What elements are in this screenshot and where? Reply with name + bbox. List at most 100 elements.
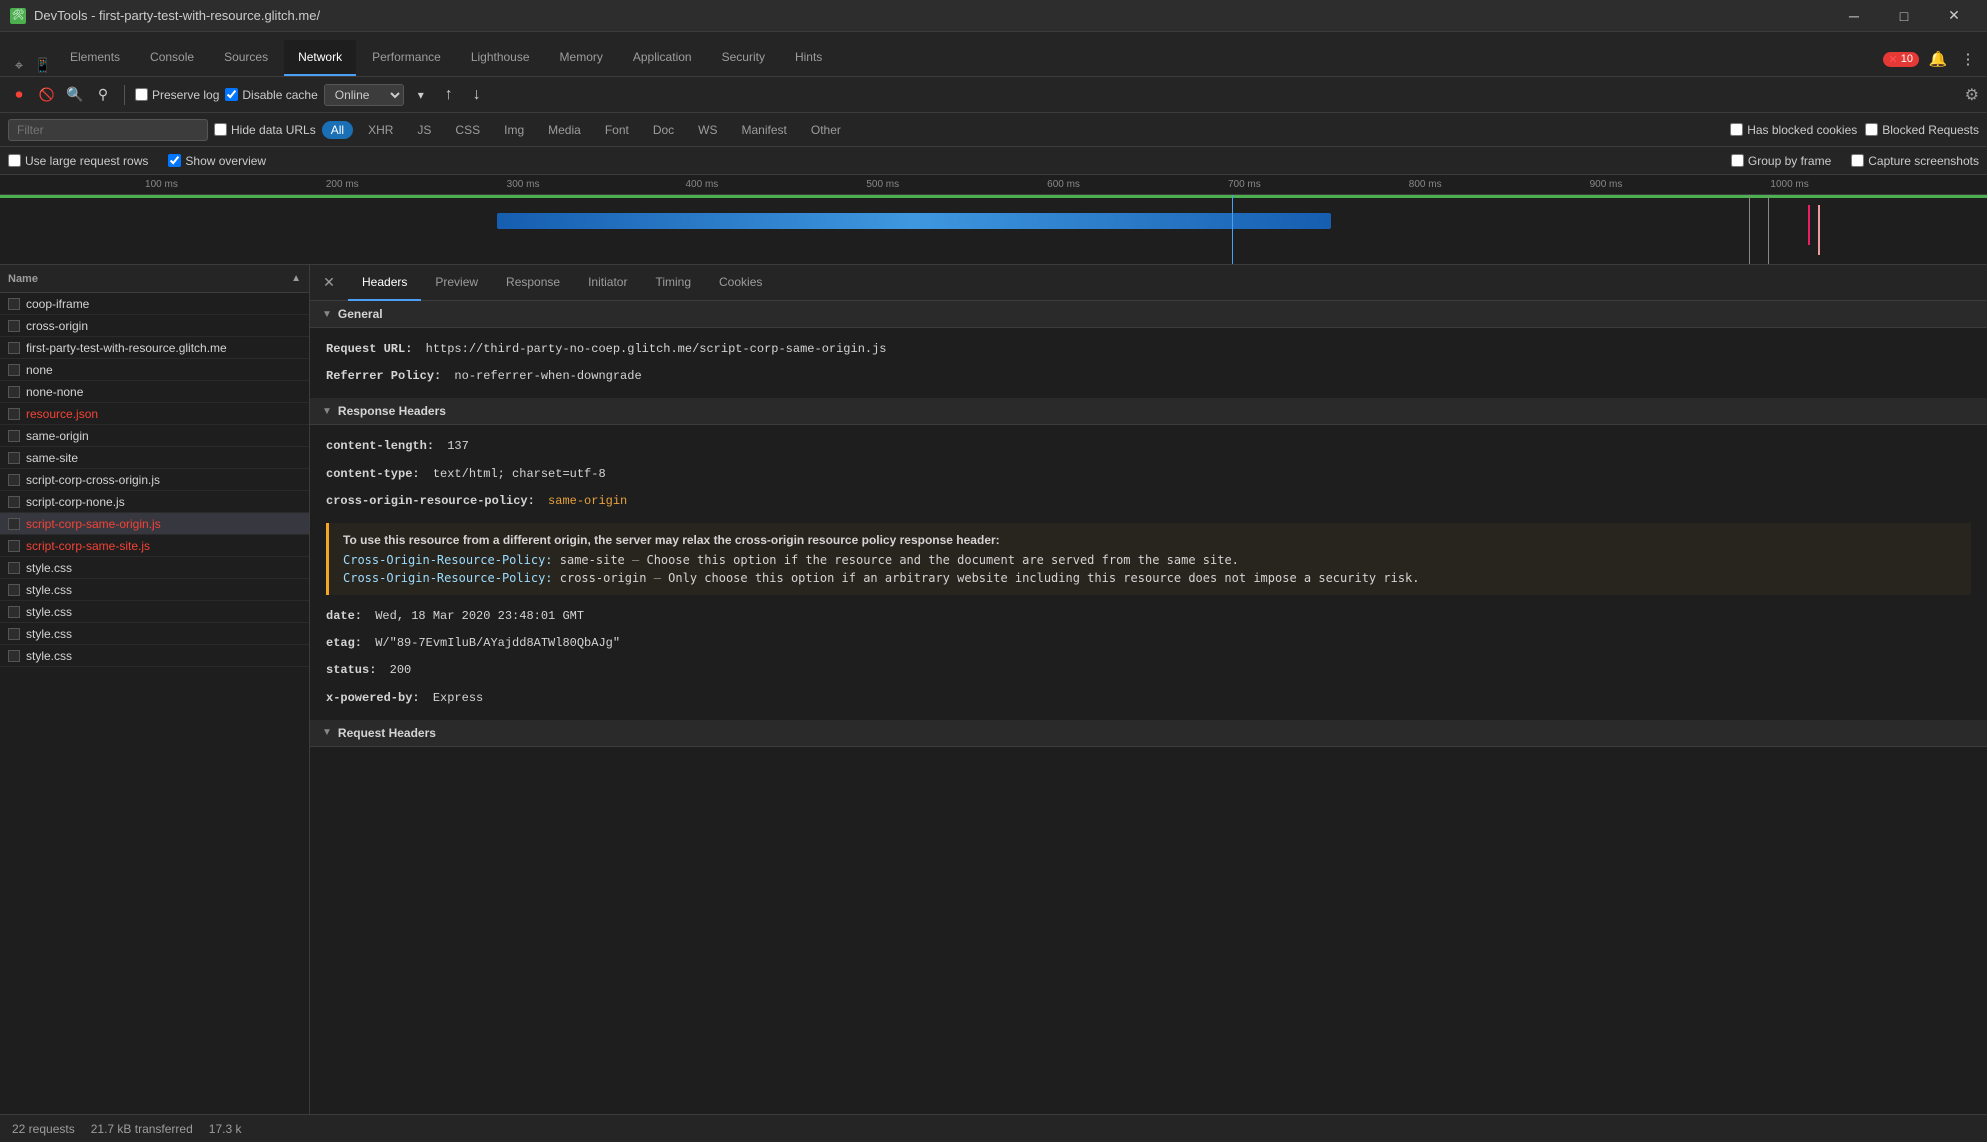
detail-tab-response[interactable]: Response	[492, 265, 574, 301]
request-item[interactable]: same-origin	[0, 425, 309, 447]
item-checkbox[interactable]	[8, 650, 20, 662]
close-button[interactable]: ✕	[1931, 0, 1977, 32]
detail-tab-timing[interactable]: Timing	[641, 265, 705, 301]
tab-lighthouse[interactable]: Lighthouse	[457, 40, 544, 76]
tab-network[interactable]: Network	[284, 40, 356, 76]
tab-application[interactable]: Application	[619, 40, 706, 76]
tab-memory[interactable]: Memory	[546, 40, 617, 76]
request-item-error[interactable]: script-corp-same-site.js	[0, 535, 309, 557]
request-item[interactable]: style.css	[0, 579, 309, 601]
tab-elements[interactable]: Elements	[56, 40, 134, 76]
group-by-frame-checkbox[interactable]	[1731, 154, 1744, 167]
general-section-header[interactable]: ▼ General	[310, 301, 1987, 328]
request-item[interactable]: same-site	[0, 447, 309, 469]
item-checkbox[interactable]	[8, 430, 20, 442]
item-checkbox[interactable]	[8, 562, 20, 574]
disable-cache-checkbox-label[interactable]: Disable cache	[225, 88, 317, 102]
detail-tab-initiator[interactable]: Initiator	[574, 265, 641, 301]
detail-tab-cookies[interactable]: Cookies	[705, 265, 776, 301]
item-checkbox[interactable]	[8, 298, 20, 310]
filter-css[interactable]: CSS	[446, 120, 489, 140]
filter-ws[interactable]: WS	[689, 120, 726, 140]
preserve-log-checkbox-label[interactable]: Preserve log	[135, 88, 219, 102]
detail-tab-preview[interactable]: Preview	[421, 265, 492, 301]
settings-icon[interactable]: ⚙	[1965, 85, 1979, 105]
group-by-frame-label[interactable]: Group by frame	[1731, 154, 1831, 168]
capture-screenshots-checkbox[interactable]	[1851, 154, 1864, 167]
item-checkbox[interactable]	[8, 518, 20, 530]
response-headers-section-header[interactable]: ▼ Response Headers	[310, 398, 1987, 425]
preserve-log-checkbox[interactable]	[135, 88, 148, 101]
item-checkbox[interactable]	[8, 452, 20, 464]
timeline[interactable]: 100 ms 200 ms 300 ms 400 ms 500 ms 600 m…	[0, 175, 1987, 265]
request-item[interactable]: script-corp-cross-origin.js	[0, 469, 309, 491]
throttle-select[interactable]: Online Fast 3G Slow 3G Offline	[324, 84, 404, 106]
filter-js[interactable]: JS	[408, 120, 440, 140]
record-button[interactable]: ⏺	[8, 84, 30, 106]
large-rows-label[interactable]: Use large request rows	[8, 154, 148, 168]
filter-font[interactable]: Font	[596, 120, 638, 140]
detail-tab-headers[interactable]: Headers	[348, 265, 421, 301]
upload-icon[interactable]: ↑	[438, 84, 460, 106]
item-checkbox[interactable]	[8, 628, 20, 640]
filter-media[interactable]: Media	[539, 120, 590, 140]
request-item[interactable]: first-party-test-with-resource.glitch.me	[0, 337, 309, 359]
filter-xhr[interactable]: XHR	[359, 120, 402, 140]
tab-performance[interactable]: Performance	[358, 40, 455, 76]
disable-cache-checkbox[interactable]	[225, 88, 238, 101]
item-checkbox[interactable]	[8, 364, 20, 376]
has-blocked-cookies-label[interactable]: Has blocked cookies	[1730, 123, 1857, 137]
item-checkbox[interactable]	[8, 320, 20, 332]
tab-security[interactable]: Security	[708, 40, 779, 76]
tab-console[interactable]: Console	[136, 40, 208, 76]
item-checkbox[interactable]	[8, 584, 20, 596]
request-headers-section-header[interactable]: ▼ Request Headers	[310, 720, 1987, 747]
item-checkbox[interactable]	[8, 606, 20, 618]
hide-data-urls-checkbox[interactable]	[214, 123, 227, 136]
search-button[interactable]: ⚲	[92, 84, 114, 106]
filter-other[interactable]: Other	[802, 120, 850, 140]
has-blocked-cookies-checkbox[interactable]	[1730, 123, 1743, 136]
filter-doc[interactable]: Doc	[644, 120, 683, 140]
request-item[interactable]: style.css	[0, 601, 309, 623]
minimize-button[interactable]: ─	[1831, 0, 1877, 32]
item-checkbox[interactable]	[8, 408, 20, 420]
filter-input[interactable]	[8, 119, 208, 141]
item-checkbox[interactable]	[8, 496, 20, 508]
close-details-button[interactable]: ✕	[318, 272, 340, 294]
filter-manifest[interactable]: Manifest	[733, 120, 796, 140]
request-item[interactable]: style.css	[0, 645, 309, 667]
maximize-button[interactable]: □	[1881, 0, 1927, 32]
request-item-error[interactable]: resource.json	[0, 403, 309, 425]
inspect-icon[interactable]: ⌖	[8, 54, 30, 76]
request-item[interactable]: none	[0, 359, 309, 381]
device-icon[interactable]: 📱	[32, 54, 54, 76]
item-checkbox[interactable]	[8, 386, 20, 398]
clear-button[interactable]: 🚫	[36, 84, 58, 106]
hide-data-urls-label[interactable]: Hide data URLs	[214, 123, 316, 137]
item-checkbox[interactable]	[8, 342, 20, 354]
request-item-selected[interactable]: script-corp-same-origin.js	[0, 513, 309, 535]
filter-icon[interactable]: 🔍	[64, 84, 86, 106]
blocked-requests-label[interactable]: Blocked Requests	[1865, 123, 1979, 137]
request-item[interactable]: script-corp-none.js	[0, 491, 309, 513]
request-item[interactable]: coop-iframe	[0, 293, 309, 315]
tab-sources[interactable]: Sources	[210, 40, 282, 76]
request-item[interactable]: cross-origin	[0, 315, 309, 337]
blocked-requests-checkbox[interactable]	[1865, 123, 1878, 136]
item-checkbox[interactable]	[8, 474, 20, 486]
capture-screenshots-label[interactable]: Capture screenshots	[1851, 154, 1979, 168]
request-item[interactable]: none-none	[0, 381, 309, 403]
request-item[interactable]: style.css	[0, 557, 309, 579]
throttle-dropdown-icon[interactable]: ▾	[410, 84, 432, 106]
tab-hints[interactable]: Hints	[781, 40, 836, 76]
item-checkbox[interactable]	[8, 540, 20, 552]
request-item[interactable]: style.css	[0, 623, 309, 645]
show-overview-label[interactable]: Show overview	[168, 154, 266, 168]
filter-img[interactable]: Img	[495, 120, 533, 140]
notifications-icon[interactable]: 🔔	[1927, 48, 1949, 70]
show-overview-checkbox[interactable]	[168, 154, 181, 167]
download-icon[interactable]: ↓	[466, 84, 488, 106]
sort-icon[interactable]: ▲	[291, 273, 301, 284]
more-options-icon[interactable]: ⋮	[1957, 48, 1979, 70]
